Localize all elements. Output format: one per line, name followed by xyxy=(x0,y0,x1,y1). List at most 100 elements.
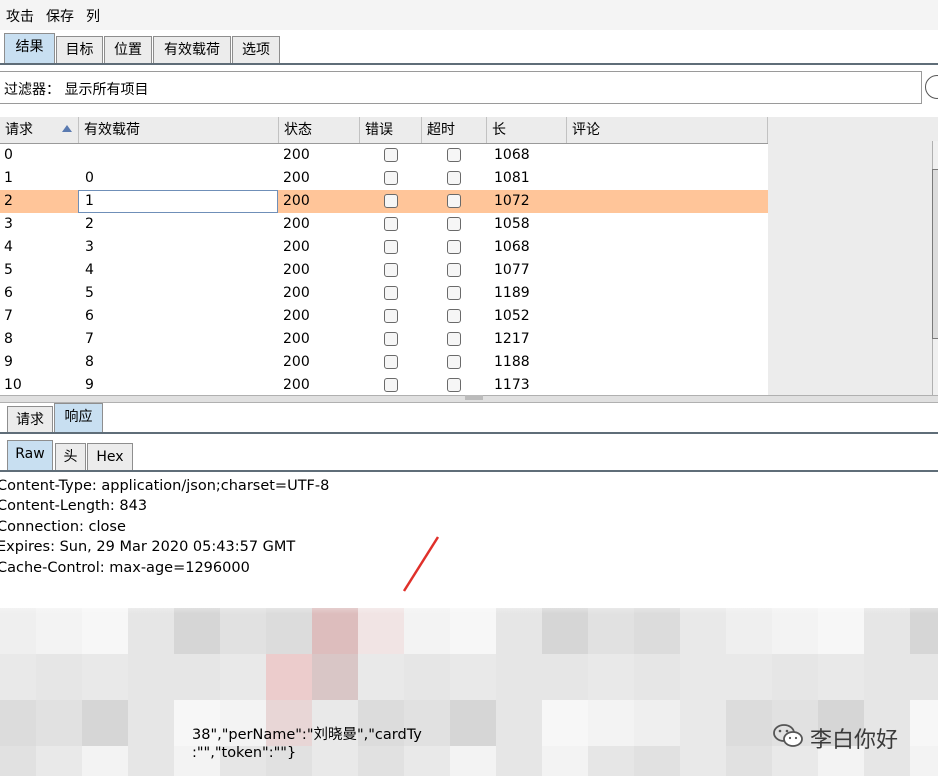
mosaic-tile xyxy=(680,608,726,654)
mosaic-tile xyxy=(910,746,938,776)
timeout-checkbox[interactable] xyxy=(447,355,461,369)
error-checkbox[interactable] xyxy=(384,263,398,277)
cell-length: 1189 xyxy=(494,285,530,301)
timeout-checkbox[interactable] xyxy=(447,194,461,208)
mosaic-tile xyxy=(0,700,36,746)
tab-payloads[interactable]: 有效载荷 xyxy=(153,36,231,63)
error-checkbox[interactable] xyxy=(384,378,398,392)
filter-bar[interactable]: 过滤器： 显示所有项目 xyxy=(0,71,922,104)
mosaic-tile xyxy=(82,608,128,654)
timeout-checkbox[interactable] xyxy=(447,240,461,254)
cell-request: 0 xyxy=(4,147,13,163)
timeout-checkbox[interactable] xyxy=(447,286,461,300)
tab-positions[interactable]: 位置 xyxy=(104,36,152,63)
mosaic-tile xyxy=(588,746,634,776)
tab-hex[interactable]: Hex xyxy=(87,443,133,470)
col-length[interactable]: 长 xyxy=(487,117,567,143)
timeout-checkbox[interactable] xyxy=(447,171,461,185)
cell-request: 2 xyxy=(4,193,13,209)
error-checkbox[interactable] xyxy=(384,148,398,162)
mosaic-tile xyxy=(680,746,726,776)
view-tab-divider xyxy=(0,470,938,472)
table-row[interactable]: 8 7 200 1217 xyxy=(0,328,768,351)
menu-attack[interactable]: 攻击 xyxy=(6,6,34,26)
tab-request[interactable]: 请求 xyxy=(7,406,53,433)
cell-request: 4 xyxy=(4,239,13,255)
error-checkbox[interactable] xyxy=(384,171,398,185)
menu-columns[interactable]: 列 xyxy=(86,6,100,26)
mosaic-tile xyxy=(496,746,542,776)
table-row[interactable]: 0 200 1068 xyxy=(0,144,768,167)
error-checkbox[interactable] xyxy=(384,240,398,254)
timeout-checkbox[interactable] xyxy=(447,148,461,162)
mosaic-tile xyxy=(450,654,496,700)
mosaic-tile xyxy=(910,700,938,746)
table-row[interactable]: 9 8 200 1188 xyxy=(0,351,768,374)
col-status[interactable]: 状态 xyxy=(279,117,360,143)
focused-cell[interactable] xyxy=(78,190,278,213)
col-comment[interactable]: 评论 xyxy=(567,117,768,143)
table-row[interactable]: 2 1 200 1072 xyxy=(0,190,768,213)
mosaic-tile xyxy=(818,654,864,700)
cell-request: 9 xyxy=(4,354,13,370)
tab-target[interactable]: 目标 xyxy=(56,36,103,63)
tab-options[interactable]: 选项 xyxy=(232,36,280,63)
cell-payload: 4 xyxy=(85,262,94,278)
mosaic-tile xyxy=(588,654,634,700)
table-row[interactable]: 3 2 200 1058 xyxy=(0,213,768,236)
mosaic-tile xyxy=(542,746,588,776)
col-request[interactable]: 请求 xyxy=(0,117,79,143)
cell-request: 10 xyxy=(4,377,22,393)
cell-status: 200 xyxy=(283,170,310,186)
cell-request: 6 xyxy=(4,285,13,301)
error-checkbox[interactable] xyxy=(384,355,398,369)
error-checkbox[interactable] xyxy=(384,309,398,323)
table-row[interactable]: 10 9 200 1173 xyxy=(0,374,768,395)
cell-payload: 3 xyxy=(85,239,94,255)
mosaic-tile xyxy=(634,654,680,700)
col-timeout[interactable]: 超时 xyxy=(422,117,487,143)
mosaic-tile xyxy=(450,746,496,776)
tab-headers[interactable]: 头 xyxy=(55,443,86,470)
response-partial-line: :"","token":""} xyxy=(192,745,297,761)
tab-response[interactable]: 响应 xyxy=(54,403,103,433)
cell-status: 200 xyxy=(283,216,310,232)
table-row[interactable]: 6 5 200 1189 xyxy=(0,282,768,305)
timeout-checkbox[interactable] xyxy=(447,309,461,323)
mosaic-tile xyxy=(358,746,404,776)
mosaic-tile xyxy=(266,654,312,700)
mosaic-tile xyxy=(312,654,358,700)
mosaic-tile xyxy=(174,654,220,700)
wechat-icon xyxy=(773,724,803,747)
timeout-checkbox[interactable] xyxy=(447,332,461,346)
col-payload[interactable]: 有效载荷 xyxy=(79,117,279,143)
split-handle[interactable] xyxy=(465,395,483,400)
cell-status: 200 xyxy=(283,331,310,347)
table-scrollbar-thumb[interactable] xyxy=(932,169,938,339)
mosaic-tile xyxy=(36,746,82,776)
timeout-checkbox[interactable] xyxy=(447,217,461,231)
error-checkbox[interactable] xyxy=(384,332,398,346)
tab-raw[interactable]: Raw xyxy=(7,440,53,470)
tab-results[interactable]: 结果 xyxy=(4,33,55,63)
mosaic-tile xyxy=(36,654,82,700)
table-row[interactable]: 4 3 200 1068 xyxy=(0,236,768,259)
table-row[interactable]: 7 6 200 1052 xyxy=(0,305,768,328)
mosaic-tile xyxy=(128,608,174,654)
menu-save[interactable]: 保存 xyxy=(46,6,74,26)
col-error[interactable]: 错误 xyxy=(360,117,422,143)
table-row[interactable]: 1 0 200 1081 xyxy=(0,167,768,190)
response-line: Content-Type: application/json;charset=U… xyxy=(0,478,330,494)
timeout-checkbox[interactable] xyxy=(447,378,461,392)
timeout-checkbox[interactable] xyxy=(447,263,461,277)
table-row[interactable]: 5 4 200 1077 xyxy=(0,259,768,282)
mosaic-tile xyxy=(450,608,496,654)
error-checkbox[interactable] xyxy=(384,286,398,300)
view-tab-strip: Raw 头 Hex xyxy=(0,436,938,472)
mosaic-tile xyxy=(312,746,358,776)
mosaic-tile xyxy=(312,608,358,654)
error-checkbox[interactable] xyxy=(384,217,398,231)
filter-help-icon[interactable] xyxy=(925,75,938,99)
error-checkbox[interactable] xyxy=(384,194,398,208)
cell-length: 1188 xyxy=(494,354,530,370)
